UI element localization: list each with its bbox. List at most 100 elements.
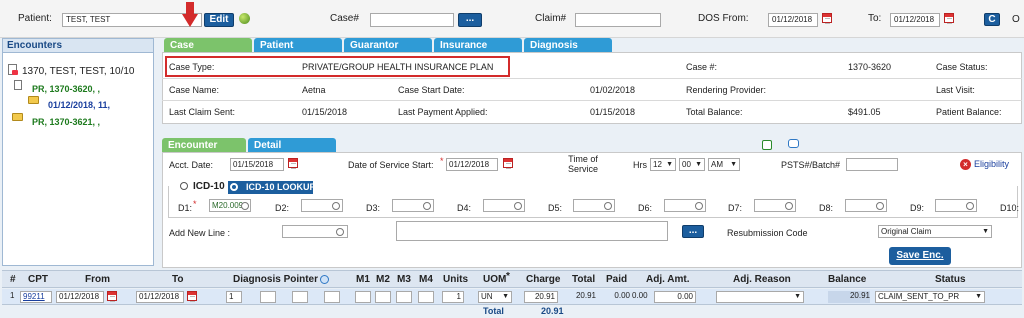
d2-search-icon[interactable] [332,202,340,210]
annotation-highlight-box [165,56,510,77]
resubmission-code-label: Resubmission Code [727,228,808,238]
calendar-icon[interactable] [288,158,298,169]
m2-field[interactable] [375,291,391,303]
m1-field[interactable] [355,291,371,303]
edit-button[interactable]: Edit [204,13,234,27]
icd-lookup-button[interactable]: ICD-10 LOOKUP [228,181,316,194]
save-encounter-button[interactable]: Save Enc. [889,247,951,265]
case-number-value: 1370-3620 [848,62,892,72]
patient-field[interactable]: TEST, TEST [62,13,202,27]
notes-textarea[interactable] [396,221,668,241]
grid-total-label: Total [483,306,504,316]
d3-search-icon[interactable] [423,202,431,210]
tab-case[interactable]: Case [164,38,252,52]
dos-from-field[interactable]: 01/12/2018 [768,13,818,27]
hours-select[interactable]: 12 [650,158,676,171]
d9-search-icon[interactable] [966,202,974,210]
last-visit-label: Last Visit: [936,85,975,95]
pointer-4-field[interactable] [324,291,340,303]
status-dot-icon [239,13,250,24]
uom-select[interactable]: UN ▼ [478,291,512,303]
calendar-icon[interactable] [503,158,513,169]
resubmission-code-select[interactable]: Original Claim [878,225,992,238]
calendar-icon[interactable] [944,13,954,24]
c-button[interactable]: C [984,13,1000,26]
add-note-icon[interactable] [762,140,772,150]
d8-search-icon[interactable] [876,202,884,210]
eligibility-link[interactable]: Eligibility [974,159,1009,169]
d4-label: D4: [457,203,472,213]
tab-encounter[interactable]: Encounter [162,138,246,152]
psts-batch-field[interactable] [846,158,898,171]
tab-insurance[interactable]: Insurance [434,38,522,52]
m4-field[interactable] [418,291,434,303]
add-line-search-icon[interactable] [336,228,344,236]
col-m4: M4 [419,274,433,285]
comment-icon[interactable] [788,139,799,148]
col-diagnosis-pointer: Diagnosis Pointer [233,274,319,285]
from-date-field[interactable]: 01/12/2018 [56,291,104,303]
sidebar-item-visit[interactable]: 01/12/2018, 11, [48,100,110,110]
tab-diagnosis[interactable]: Diagnosis [524,38,612,52]
cpt-field[interactable]: 99211 [20,291,52,303]
add-line-button[interactable]: ... [682,225,704,238]
time-of-service-label: Time of Service [567,154,598,174]
eligibility-icon[interactable]: × [960,159,971,170]
o-label: O [1012,14,1020,25]
calendar-icon[interactable] [187,291,197,302]
charge-field[interactable]: 20.91 [524,291,558,303]
d7-label: D7: [728,203,743,213]
required-marker: * [440,156,444,166]
case-field[interactable] [370,13,454,27]
doc-badge-icon [12,70,18,75]
case-status-label: Case Status: [936,62,988,72]
tab-patient[interactable]: Patient [254,38,342,52]
d10-label: D10: [1000,203,1020,213]
sidebar-item-encounter-3620[interactable]: PR, 1370-3620, , [32,84,100,94]
to-date-field[interactable]: 01/12/2018 [136,291,184,303]
d4-search-icon[interactable] [514,202,522,210]
adj-amt-field[interactable]: 0.00 [654,291,696,303]
minutes-select[interactable]: 00 [679,158,705,171]
dropdown-arrow-icon: ▼ [975,293,982,300]
col-cpt: CPT [28,274,48,285]
d6-search-icon[interactable] [695,202,703,210]
d5-search-icon[interactable] [604,202,612,210]
adj-reason-select[interactable]: ▼ [716,291,804,303]
calendar-icon[interactable] [107,291,117,302]
total-value: 20.91 [575,291,596,300]
dos-start-field[interactable]: 01/12/2018 [446,158,498,171]
case-number-label: Case #: [686,62,718,72]
pointer-2-field[interactable] [260,291,276,303]
tab-guarantor[interactable]: Guarantor [344,38,432,52]
pointer-1-field[interactable]: 1 [226,291,242,303]
add-new-line-label: Add New Line : [169,228,231,238]
d7-search-icon[interactable] [785,202,793,210]
case-start-date-label: Case Start Date: [398,85,465,95]
col-status: Status [935,274,966,285]
patient-label: Patient: [18,13,52,24]
case-label: Case# [330,13,359,24]
units-field[interactable]: 1 [442,291,464,303]
claim-label: Claim# [535,13,567,24]
status-value: CLAIM_SENT_TO_PR [878,292,960,301]
pointer-info-icon[interactable] [320,275,329,284]
required-marker: * [506,271,510,282]
col-to: To [172,274,184,285]
calendar-icon[interactable] [822,13,832,24]
claim-field[interactable] [575,13,661,27]
sidebar-item-patient[interactable]: 1370, TEST, TEST, 10/10 [22,66,134,77]
dos-to-field[interactable]: 01/12/2018 [890,13,940,27]
col-paid: Paid [606,274,628,285]
pointer-3-field[interactable] [292,291,308,303]
status-select[interactable]: CLAIM_SENT_TO_PR ▼ [875,291,985,303]
d1-search-icon[interactable] [241,202,249,210]
icd10-radio[interactable] [180,182,188,190]
acct-date-field[interactable]: 01/15/2018 [230,158,284,171]
ampm-select[interactable]: AM [708,158,740,171]
tab-detail[interactable]: Detail [248,138,336,152]
case-lookup-button[interactable]: ... [458,13,482,27]
rendering-provider-label: Rendering Provider: [686,85,767,95]
m3-field[interactable] [396,291,412,303]
sidebar-item-encounter-3621[interactable]: PR, 1370-3621, , [32,117,100,127]
